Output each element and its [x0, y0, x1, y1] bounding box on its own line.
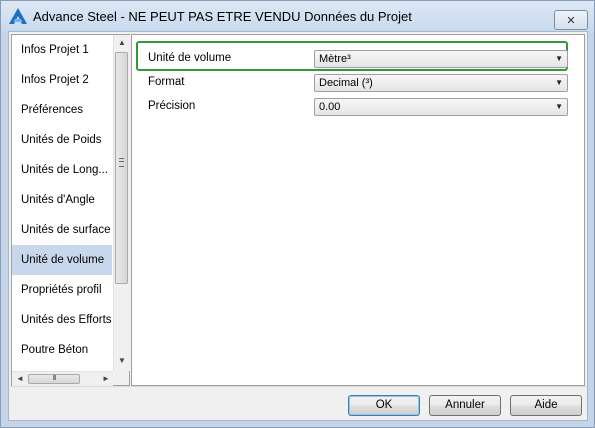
sidebar-item-unites-longueur[interactable]: Unités de Long... — [12, 155, 112, 185]
scroll-up-icon[interactable]: ▲ — [118, 39, 126, 47]
unit-label: Unité de volume — [148, 52, 232, 64]
close-icon: ✕ — [566, 14, 576, 27]
cancel-button[interactable]: Annuler — [429, 395, 501, 416]
scroll-left-icon[interactable]: ◄ — [16, 375, 24, 383]
sidebar-item-infos-projet-2[interactable]: Infos Projet 2 — [12, 65, 112, 95]
footer-divider — [9, 386, 587, 387]
scroll-down-icon[interactable]: ▼ — [118, 357, 126, 365]
format-label: Format — [148, 76, 185, 88]
help-button[interactable]: Aide — [510, 395, 582, 416]
unit-dropdown-value: Mètre³ — [319, 53, 351, 65]
sidebar-item-unites-surface[interactable]: Unités de surface — [12, 215, 112, 245]
chevron-down-icon: ▼ — [555, 78, 563, 87]
category-list: Infos Projet 1 Infos Projet 2 Préférence… — [11, 34, 130, 386]
sidebar-item-poutre-beton[interactable]: Poutre Béton — [12, 335, 112, 365]
format-dropdown-value: Decimal (³) — [319, 77, 373, 89]
vertical-scrollbar[interactable]: ▲ ▼ — [113, 35, 130, 371]
dialog-window: Advance Steel - NE PEUT PAS ETRE VENDU D… — [0, 0, 595, 428]
window-title: Advance Steel - NE PEUT PAS ETRE VENDU D… — [33, 9, 412, 24]
category-list-items: Infos Projet 1 Infos Projet 2 Préférence… — [12, 35, 112, 371]
scroll-corner — [113, 371, 129, 385]
sidebar-item-unites-poids[interactable]: Unités de Poids — [12, 125, 112, 155]
precision-dropdown-value: 0.00 — [319, 101, 341, 113]
sidebar-item-infos-projet-1[interactable]: Infos Projet 1 — [12, 35, 112, 65]
sidebar-item-unites-efforts[interactable]: Unités des Efforts — [12, 305, 112, 335]
format-dropdown[interactable]: Decimal (³) ▼ — [314, 74, 568, 92]
horizontal-scrollbar[interactable]: ◄ III ► — [12, 371, 113, 386]
chevron-down-icon: ▼ — [555, 102, 563, 111]
scroll-right-icon[interactable]: ► — [102, 375, 110, 383]
unit-dropdown[interactable]: Mètre³ ▼ — [314, 50, 568, 68]
horizontal-scroll-thumb[interactable]: III — [28, 374, 80, 384]
sidebar-item-proprietes-profil[interactable]: Propriétés profil — [12, 275, 112, 305]
chevron-down-icon: ▼ — [555, 54, 563, 63]
precision-dropdown[interactable]: 0.00 ▼ — [314, 98, 568, 116]
grip-icon — [119, 158, 124, 167]
title-bar[interactable]: Advance Steel - NE PEUT PAS ETRE VENDU D… — [1, 1, 594, 31]
dialog-body: Infos Projet 1 Infos Projet 2 Préférence… — [8, 31, 588, 421]
close-button[interactable]: ✕ — [554, 10, 588, 30]
sidebar-item-preferences[interactable]: Préférences — [12, 95, 112, 125]
advance-steel-logo-icon — [9, 8, 27, 24]
precision-label: Précision — [148, 100, 196, 112]
sidebar-item-unite-volume[interactable]: Unité de volume — [12, 245, 112, 275]
vertical-scroll-thumb[interactable] — [115, 52, 128, 284]
properties-panel: Unité de volume Mètre³ ▼ Format Decimal … — [131, 34, 585, 386]
sidebar-item-unites-angle[interactable]: Unités d'Angle — [12, 185, 112, 215]
ok-button[interactable]: OK — [348, 395, 420, 416]
